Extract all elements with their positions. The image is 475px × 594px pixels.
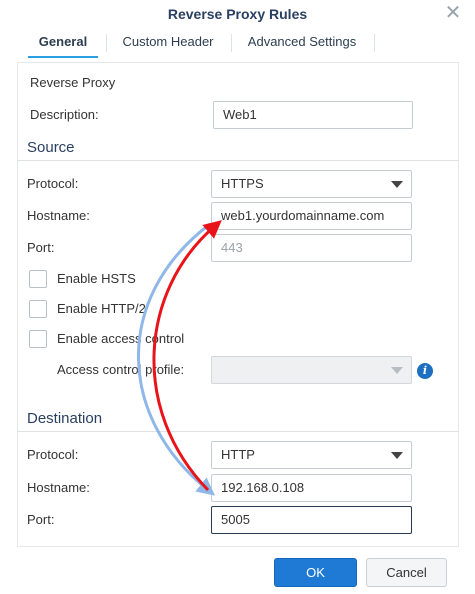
description-field[interactable]: Web1 <box>213 101 413 129</box>
tab-advanced-settings[interactable]: Advanced Settings <box>238 28 366 58</box>
footer-divider <box>17 546 459 547</box>
source-protocol-label: Protocol: <box>27 176 79 191</box>
source-hostname-label: Hostname: <box>27 208 90 223</box>
enable-http2-label: Enable HTTP/2 <box>57 301 146 316</box>
info-icon[interactable]: i <box>417 363 433 379</box>
destination-hostname-label: Hostname: <box>27 480 90 495</box>
cancel-button[interactable]: Cancel <box>366 558 447 587</box>
enable-hsts-checkbox[interactable] <box>29 270 47 288</box>
source-hostname-field[interactable]: web1.yourdomainname.com <box>211 202 412 230</box>
destination-protocol-value: HTTP <box>221 447 255 462</box>
source-divider <box>17 160 459 161</box>
access-profile-label: Access control profile: <box>57 362 185 377</box>
close-icon[interactable]: ✕ <box>441 2 465 26</box>
title-bar: Reverse Proxy Rules ✕ <box>0 0 475 28</box>
destination-protocol-label: Protocol: <box>27 447 79 462</box>
destination-section-title: Destination <box>27 410 103 427</box>
tab-divider <box>106 34 107 52</box>
tab-custom-header[interactable]: Custom Header <box>113 28 223 58</box>
destination-hostname-field[interactable]: 192.168.0.108 <box>211 474 412 502</box>
source-protocol-value: HTTPS <box>221 176 264 191</box>
destination-divider <box>17 431 459 432</box>
enable-access-control-checkbox[interactable] <box>29 330 47 348</box>
enable-http2-checkbox[interactable] <box>29 300 47 318</box>
enable-access-control-label: Enable access control <box>57 331 185 346</box>
destination-protocol-select[interactable]: HTTP <box>211 441 412 469</box>
source-section-title: Source <box>27 139 75 156</box>
tab-divider <box>231 34 232 52</box>
ok-button[interactable]: OK <box>274 558 357 587</box>
enable-hsts-label: Enable HSTS <box>57 271 136 286</box>
dialog-title: Reverse Proxy Rules <box>167 6 308 22</box>
destination-port-field[interactable]: 5005 <box>211 506 412 534</box>
chevron-down-icon <box>391 181 403 188</box>
description-label: Description: <box>30 107 99 122</box>
chevron-down-icon <box>391 452 403 459</box>
chevron-down-icon <box>391 367 403 374</box>
access-profile-select[interactable] <box>211 356 412 384</box>
tab-general[interactable]: General <box>28 28 98 58</box>
source-port-field[interactable]: 443 <box>211 234 412 262</box>
source-protocol-select[interactable]: HTTPS <box>211 170 412 198</box>
tab-bar: General Custom Header Advanced Settings <box>0 28 475 58</box>
tab-divider <box>374 34 375 52</box>
source-port-label: Port: <box>27 240 55 255</box>
destination-port-label: Port: <box>27 512 55 527</box>
reverse-proxy-heading: Reverse Proxy <box>30 75 116 90</box>
